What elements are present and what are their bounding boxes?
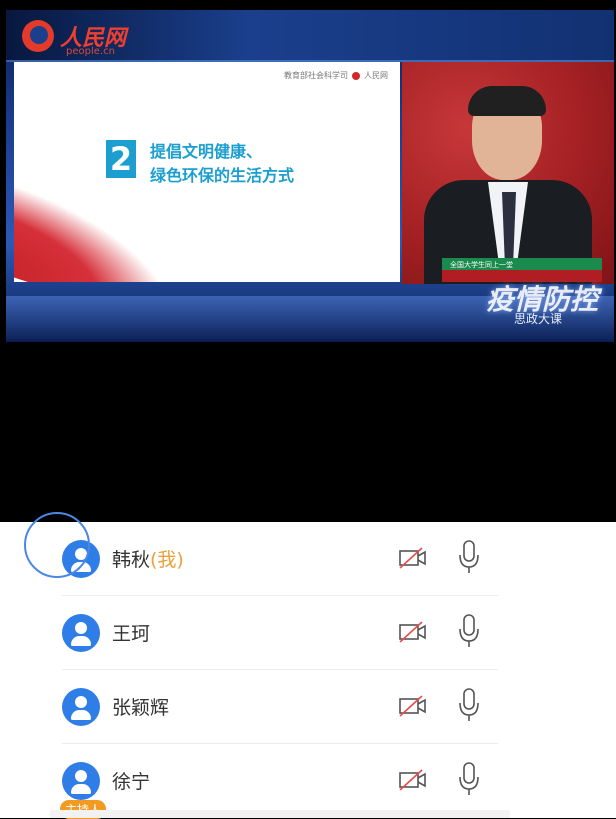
microphone-icon[interactable]: [457, 687, 481, 723]
broadcast-frame: 人民网 people.cn 教育部社会科学司 人民网 2 提倡文明健康、 绿色环…: [6, 10, 614, 342]
user-avatar-icon: [62, 762, 100, 800]
microphone-icon[interactable]: [457, 539, 481, 575]
video-stream[interactable]: 人民网 people.cn 教育部社会科学司 人民网 2 提倡文明健康、 绿色环…: [0, 0, 616, 522]
participant-row[interactable]: 主持人 徐宁: [0, 744, 616, 819]
banner-subtitle: 思政大课: [513, 312, 562, 326]
microphone-icon[interactable]: [457, 761, 481, 797]
presenter-hair: [468, 86, 546, 116]
camera-off-icon[interactable]: [398, 768, 428, 792]
slide-header: 教育部社会科学司 人民网: [284, 70, 388, 81]
participant-name: 韩秋(我): [112, 549, 184, 571]
camera-off-icon[interactable]: [398, 694, 428, 718]
user-avatar-icon: [62, 614, 100, 652]
presenter-video: 全国大学生同上一堂: [402, 62, 614, 284]
slide-title: 提倡文明健康、 绿色环保的生活方式: [150, 140, 294, 188]
slide-header-brand: 人民网: [364, 71, 388, 80]
slide-brand-icon: [352, 71, 360, 80]
participant-name: 张颖辉: [112, 697, 170, 719]
camera-off-icon[interactable]: [398, 620, 428, 644]
participant-name: 徐宁: [112, 771, 151, 793]
camera-off-icon[interactable]: [398, 546, 428, 570]
participant-list: 韩秋(我) 王珂 张颖辉 徐宁: [0, 522, 616, 819]
participant-row[interactable]: 韩秋(我): [0, 522, 616, 596]
slide-red-swoosh: [14, 183, 193, 282]
slide-title-line1: 提倡文明健康、: [150, 142, 263, 161]
user-avatar-icon: [62, 688, 100, 726]
participant-row[interactable]: 张颖辉: [0, 670, 616, 744]
slide-section-number: 2: [106, 140, 136, 178]
presentation-slide: 教育部社会科学司 人民网 2 提倡文明健康、 绿色环保的生活方式: [14, 62, 400, 282]
self-tag: (我): [150, 549, 184, 571]
microphone-icon[interactable]: [457, 613, 481, 649]
slide-header-text: 教育部社会科学司: [284, 71, 348, 80]
bottom-bar: [50, 810, 510, 818]
floating-circle-button[interactable]: [24, 512, 90, 578]
presenter-caption: 全国大学生同上一堂: [450, 261, 513, 269]
participant-row[interactable]: 王珂: [0, 596, 616, 670]
participant-name: 王珂: [112, 623, 151, 645]
logo-subtext: people.cn: [66, 46, 115, 57]
logo-mark-icon: [22, 20, 54, 52]
slide-title-line2: 绿色环保的生活方式: [150, 166, 295, 185]
